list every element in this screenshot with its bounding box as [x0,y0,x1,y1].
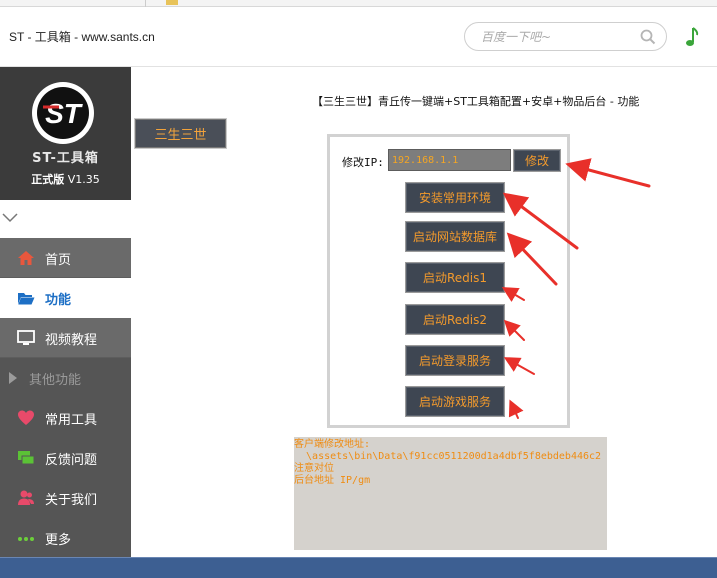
page-title: 【三生三世】青丘传一键端+ST工具箱配置+安卓+物品后台 - 功能 [312,95,640,108]
monitor-icon [17,330,35,345]
info-line: 后台地址 IP/gm [294,475,371,486]
version-label: V1.35 [67,173,100,186]
background-window-strip [0,0,717,7]
folder-icon [166,0,178,5]
info-line: 客户端修改地址: [294,439,371,450]
info-box: 客户端修改地址: \assets\bin\Data\f91cc0511200d1… [294,437,607,550]
sidebar-item-home[interactable]: 首页 [0,238,131,278]
heart-icon [18,410,34,425]
app-header: ST - 工具箱 - www.sants.cn [0,7,717,67]
home-icon [18,251,34,265]
edition-label: 正式版 [31,173,65,186]
ip-input[interactable] [388,149,511,171]
modify-ip-button[interactable]: 修改 [513,149,561,172]
sidebar-item-label: 常用工具 [45,413,98,428]
sidebar-section-other[interactable]: 其他功能 [0,358,131,398]
brand-panel: ST ST-工具箱 正式版 V1.35 [0,67,131,200]
taskbar [0,557,717,578]
window-title: ST - 工具箱 - www.sants.cn [9,30,155,44]
tab-sanshengsanshi[interactable]: 三生三世 [134,118,227,149]
dots-icon [18,537,34,541]
sidebar-item-video-tutorial[interactable]: 视频教程 [0,318,131,358]
sidebar-item-features[interactable]: 功能 [0,278,131,318]
start-login-service-button[interactable]: 启动登录服务 [405,345,505,376]
start-redis1-button[interactable]: 启动Redis1 [405,262,505,293]
start-web-db-button[interactable]: 启动网站数据库 [405,221,505,252]
logo-text: ST [45,98,84,129]
sidebar-item-feedback[interactable]: 反馈问题 [0,438,131,478]
brand-version: 正式版 V1.35 [0,171,131,187]
ip-label: 修改IP: [342,156,384,169]
start-game-service-button[interactable]: 启动游戏服务 [405,386,505,417]
search-box[interactable] [464,22,667,51]
sidebar-item-label: 反馈问题 [45,453,98,468]
users-icon [18,490,34,505]
sidebar-item-label: 其他功能 [29,373,82,388]
info-line: \assets\bin\Data\f91cc0511200d1a4dbf5f8e… [294,451,602,462]
chevron-down-icon[interactable] [2,213,18,223]
chat-icon [18,451,35,465]
sidebar-item-label: 关于我们 [45,493,98,508]
sidebar-item-label: 首页 [45,253,72,268]
install-env-button[interactable]: 安装常用环境 [405,182,505,213]
music-note-icon[interactable] [684,26,700,48]
strip-divider [145,0,146,7]
folder-open-icon [18,293,35,305]
st-logo: ST [32,82,94,144]
start-redis2-button[interactable]: 启动Redis2 [405,304,505,335]
sidebar-item-label: 视频教程 [45,333,98,348]
info-line: 注意对位 [294,463,334,474]
sidebar-item-more[interactable]: 更多 [0,518,131,558]
main-content: 三生三世 【三生三世】青丘传一键端+ST工具箱配置+安卓+物品后台 - 功能 修… [131,67,717,557]
sidebar-item-label: 更多 [45,533,72,548]
sidebar-item-about[interactable]: 关于我们 [0,478,131,518]
sidebar-item-tools[interactable]: 常用工具 [0,398,131,438]
brand-name: ST-工具箱 [32,151,99,166]
function-panel: 修改IP: 修改 安装常用环境 启动网站数据库 启动Redis1 启动Redis… [327,134,570,428]
sidebar: ST ST-工具箱 正式版 V1.35 首页 功能 视频教程 其他功能 常用工具… [0,67,131,558]
search-icon[interactable] [640,29,656,45]
search-input[interactable] [481,28,631,46]
sidebar-collapse-toggle[interactable] [0,200,131,238]
sidebar-item-label: 功能 [45,293,72,308]
caret-right-icon [9,372,17,384]
